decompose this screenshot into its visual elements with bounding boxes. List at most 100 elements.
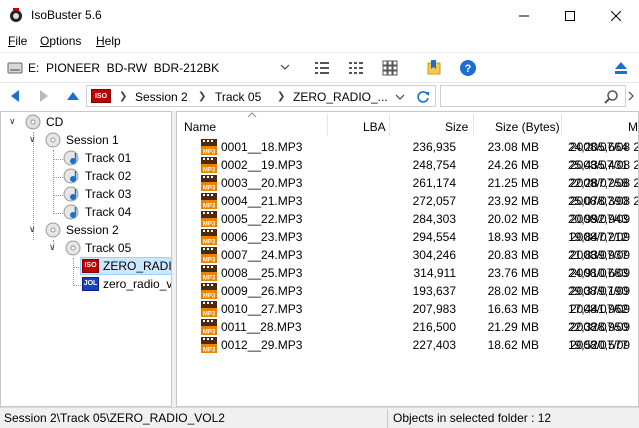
column-divider[interactable]: [473, 114, 474, 136]
mp3-file-icon: MP3: [201, 211, 217, 228]
joliet-filesystem-icon: JOL: [82, 277, 99, 291]
table-row[interactable]: MP3 0005__22.MP3 284,303 20.02 MB 20,992,943…: [177, 210, 638, 228]
minimize-button[interactable]: [501, 0, 547, 31]
collapse-icon[interactable]: ∨: [29, 224, 36, 235]
tree-item-session-1[interactable]: ∨ Session 1: [1, 131, 171, 149]
cell-modified: 2008/07/08 2: [570, 140, 639, 154]
list-view-icon[interactable]: [313, 59, 331, 77]
column-header-size-bytes[interactable]: Size (Bytes): [495, 120, 560, 134]
search-input[interactable]: [440, 85, 626, 107]
tree-item-session-2[interactable]: ∨ Session 2: [1, 221, 171, 239]
breadcrumb-separator-icon: ❯: [198, 91, 207, 102]
forward-arrow-icon[interactable]: [37, 89, 51, 103]
table-row[interactable]: MP3 0007__24.MP3 304,246 20.83 MB 21,839,937…: [177, 246, 638, 264]
collapse-icon[interactable]: ∨: [29, 134, 36, 145]
up-arrow-icon[interactable]: [66, 89, 80, 103]
cell-lba: 236,935: [412, 140, 456, 154]
tree-item-track-05[interactable]: ∨ Track 05: [1, 239, 171, 257]
cell-modified: 2008/07/08 2: [570, 158, 639, 172]
refresh-icon[interactable]: [415, 89, 431, 105]
menu-bar: File Options Help: [0, 31, 639, 52]
tree-item-track-02[interactable]: Track 02: [1, 167, 171, 185]
bookmark-folder-icon[interactable]: [425, 59, 443, 77]
column-header-lba[interactable]: LBA: [363, 120, 386, 134]
svg-text:?: ?: [465, 63, 472, 75]
column-header-modified[interactable]: M: [628, 120, 638, 134]
table-row[interactable]: MP3 0008__25.MP3 314,911 23.76 MB 24,910,683…: [177, 264, 638, 282]
table-row[interactable]: MP3 0006__23.MP3 294,554 18.93 MB 19,847,212…: [177, 228, 638, 246]
tree-item-cd[interactable]: ∨ CD: [1, 113, 171, 131]
audio-track-icon: [63, 204, 79, 220]
collapse-icon[interactable]: ∨: [49, 242, 56, 253]
chevron-right-icon[interactable]: [627, 91, 635, 101]
drive-select-value: E: PIONEER BD-RW BDR-212BK: [28, 61, 220, 75]
cell-size: 23.08 MB: [487, 140, 539, 154]
thumbnail-view-icon[interactable]: [381, 59, 399, 77]
audio-track-icon: [63, 150, 79, 166]
table-row[interactable]: MP3 0010__27.MP3 207,983 16.63 MB 17,441,962…: [177, 300, 638, 318]
tree-item-label: Track 04: [85, 205, 132, 219]
search-icon[interactable]: [603, 89, 619, 105]
cell-lba: 272,057: [412, 194, 456, 208]
details-view-icon[interactable]: [347, 59, 365, 77]
tree-item-track-03[interactable]: Track 03: [1, 185, 171, 203]
cell-modified: 2008/07/09: [570, 302, 631, 316]
table-row[interactable]: MP3 0011__28.MP3 216,500 21.29 MB 22,328,950…: [177, 318, 638, 336]
column-header-name[interactable]: Name: [184, 120, 216, 134]
cell-name: 0010__27.MP3: [221, 302, 303, 316]
cell-size: 28.02 MB: [487, 284, 539, 298]
menu-options[interactable]: Options: [40, 34, 81, 48]
breadcrumb-item-folder[interactable]: ZERO_RADIO_...: [293, 90, 388, 104]
tree-item-label: Track 02: [85, 169, 132, 183]
column-divider[interactable]: [327, 114, 328, 136]
table-row[interactable]: MP3 0009__26.MP3 193,637 28.02 MB 29,379,190…: [177, 282, 638, 300]
folder-tree[interactable]: ∨ CD ∨ Session 1 Track 01 Track 02 Track…: [0, 111, 172, 407]
cell-lba: 304,246: [412, 248, 456, 262]
eject-icon[interactable]: [612, 59, 630, 77]
cell-name: 0006__23.MP3: [221, 230, 303, 244]
back-arrow-icon[interactable]: [8, 89, 22, 103]
tree-item-track-01[interactable]: Track 01: [1, 149, 171, 167]
menu-file[interactable]: File: [8, 34, 27, 48]
cell-size: 23.92 MB: [487, 194, 539, 208]
table-row[interactable]: MP3 0001__18.MP3 236,935 23.08 MB 24,205,664…: [177, 138, 639, 156]
table-row[interactable]: MP3 0002__19.MP3 248,754 24.26 MB 25,435,431…: [177, 156, 639, 174]
maximize-button[interactable]: [547, 0, 593, 31]
tree-item-track-04[interactable]: Track 04: [1, 203, 171, 221]
mp3-file-icon: MP3: [201, 193, 217, 210]
mp3-file-icon: MP3: [201, 139, 217, 156]
mp3-file-icon: MP3: [201, 301, 217, 318]
cell-lba: 261,174: [412, 176, 456, 190]
breadcrumb-item-track[interactable]: Track 05: [215, 90, 261, 104]
tree-item-label: Session 1: [66, 133, 119, 147]
menu-help[interactable]: Help: [96, 34, 121, 48]
column-divider[interactable]: [389, 114, 390, 136]
status-bar: Session 2\Track 05\ZERO_RADIO_VOL2 Objec…: [0, 407, 639, 428]
column-header-size[interactable]: Size: [445, 120, 468, 134]
svg-text:MP3: MP3: [203, 348, 216, 354]
breadcrumb-dropdown-icon[interactable]: [395, 92, 405, 102]
breadcrumb-item-session[interactable]: Session 2: [135, 90, 188, 104]
tree-item-joliet-filesystem[interactable]: JOL zero_radio_vo: [80, 275, 172, 293]
help-icon[interactable]: ?: [459, 59, 477, 77]
navigation-bar: ISO ❯ Session 2 ❯ Track 05 ❯ ZERO_RADIO_…: [0, 82, 639, 109]
collapse-icon[interactable]: ∨: [9, 116, 16, 127]
tree-item-iso-filesystem[interactable]: ISO ZERO_RADIO: [80, 257, 171, 275]
close-button[interactable]: [593, 0, 639, 31]
table-row[interactable]: MP3 0004__21.MP3 272,057 23.92 MB 25,078,390…: [177, 192, 639, 210]
cell-size: 21.29 MB: [487, 320, 539, 334]
drive-select[interactable]: E: PIONEER BD-RW BDR-212BK: [26, 57, 294, 79]
cell-modified: 2008/07/08 2: [570, 194, 639, 208]
mp3-file-icon: MP3: [201, 283, 217, 300]
file-list[interactable]: Name LBA Size Size (Bytes) M MP3 0001__18…: [176, 111, 639, 407]
cell-size: 24.26 MB: [487, 158, 539, 172]
tree-item-label: Track 01: [85, 151, 132, 165]
table-row[interactable]: MP3 0012__29.MP3 227,403 18.62 MB 19,520,577…: [177, 336, 638, 354]
cell-modified: 2008/07/09: [570, 320, 631, 334]
breadcrumb[interactable]: ISO ❯ Session 2 ❯ Track 05 ❯ ZERO_RADIO_…: [86, 85, 436, 107]
column-divider[interactable]: [561, 114, 562, 136]
tree-item-label: zero_radio_vo: [103, 277, 172, 291]
isobuster-app-icon: [10, 8, 22, 22]
drive-icon: [7, 62, 23, 74]
table-row[interactable]: MP3 0003__20.MP3 261,174 21.25 MB 22,287,258…: [177, 174, 638, 192]
